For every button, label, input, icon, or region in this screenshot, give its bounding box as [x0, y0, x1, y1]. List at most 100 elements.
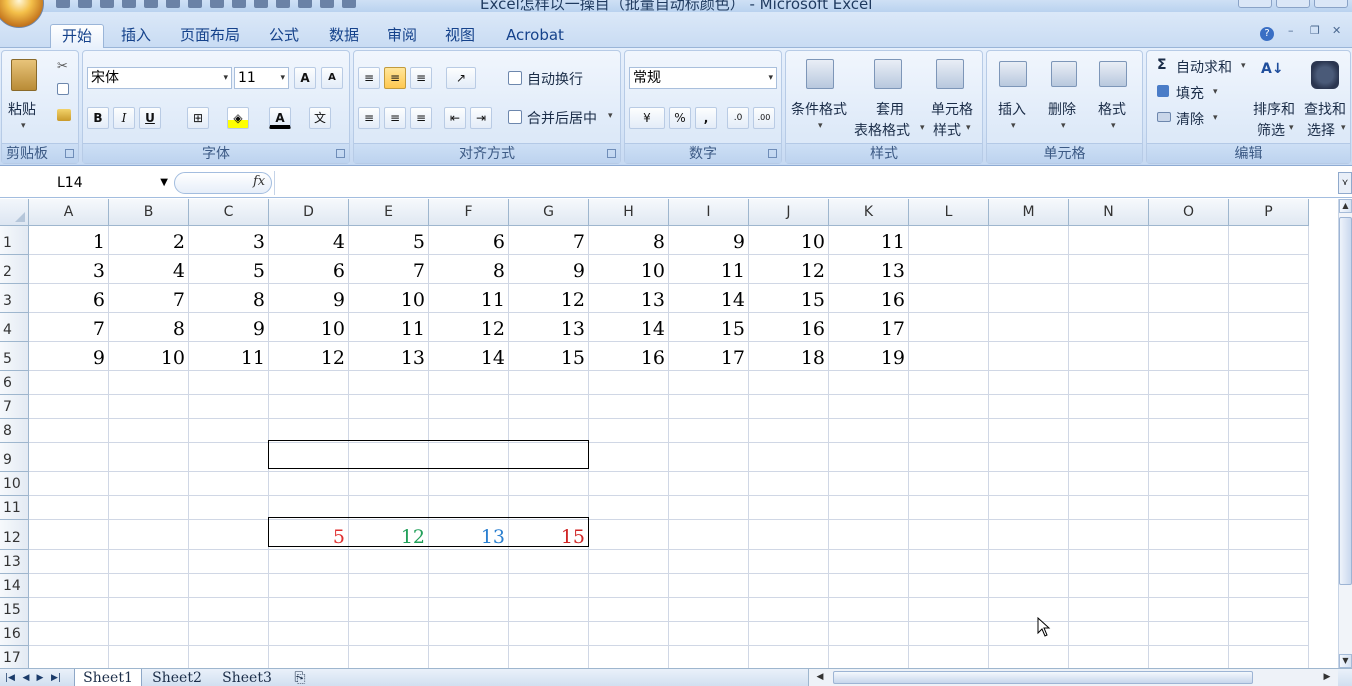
cell-i1[interactable]: 9 — [669, 228, 749, 257]
column-header-i[interactable]: I — [669, 199, 749, 226]
delete-dropdown-icon[interactable]: ▾ — [1061, 121, 1066, 131]
cell-e2[interactable]: 7 — [349, 257, 429, 286]
formula-input[interactable] — [274, 171, 1336, 195]
row-header-3[interactable]: 3 — [0, 284, 29, 313]
row-header-16[interactable]: 16 — [0, 622, 29, 646]
cell-j3[interactable]: 15 — [749, 286, 829, 315]
vertical-scroll-thumb[interactable] — [1339, 217, 1352, 585]
fill-dropdown-icon[interactable]: ▾ — [1213, 87, 1218, 97]
cell-b4[interactable]: 8 — [109, 315, 189, 344]
autosum-dropdown-icon[interactable]: ▾ — [1241, 61, 1246, 71]
cell-f5[interactable]: 14 — [429, 344, 509, 373]
font-name-combo[interactable]: 宋体 ▾ — [87, 67, 232, 89]
cell-g1[interactable]: 7 — [509, 228, 589, 257]
paste-icon[interactable] — [188, 0, 202, 8]
cell-d2[interactable]: 6 — [269, 257, 349, 286]
insert-cells-button[interactable]: 插入 — [998, 99, 1026, 119]
italic-button[interactable]: I — [113, 107, 135, 129]
clear-dropdown-icon[interactable]: ▾ — [1213, 113, 1218, 123]
increase-indent-button[interactable]: ⇥ — [470, 107, 492, 129]
cell-i2[interactable]: 11 — [669, 257, 749, 286]
email-icon[interactable] — [298, 0, 312, 8]
paste-dropdown-icon[interactable]: ▾ — [21, 121, 26, 131]
tab-page-layout[interactable]: 页面布局 — [172, 24, 248, 48]
tab-acrobat[interactable]: Acrobat — [496, 24, 574, 48]
cell-b3[interactable]: 7 — [109, 286, 189, 315]
number-format-combo[interactable]: 常规 ▾ — [629, 67, 777, 89]
ribbon-restore-icon[interactable]: ❐ — [1310, 25, 1322, 36]
row-header-2[interactable]: 2 — [0, 255, 29, 284]
orientation-button[interactable]: ↗ — [446, 67, 476, 89]
format-cells-button[interactable]: 格式 — [1098, 99, 1126, 119]
row-header-11[interactable]: 11 — [0, 496, 29, 520]
column-header-j[interactable]: J — [749, 199, 829, 226]
align-center-button[interactable]: ≡ — [384, 107, 406, 129]
sheet-tab-3[interactable]: Sheet3 — [214, 669, 280, 686]
maximize-button[interactable] — [1276, 0, 1310, 8]
decrease-indent-button[interactable]: ⇤ — [444, 107, 466, 129]
scroll-up-icon[interactable]: ▲ — [1339, 199, 1352, 213]
column-header-g[interactable]: G — [509, 199, 589, 226]
number-launcher-icon[interactable] — [768, 149, 777, 158]
column-header-o[interactable]: O — [1149, 199, 1229, 226]
font-size-combo[interactable]: 11 ▾ — [234, 67, 289, 89]
font-color-button[interactable]: A — [269, 107, 291, 129]
first-sheet-icon[interactable]: |◀ — [4, 671, 16, 685]
sort-dropdown-icon[interactable]: ▾ — [1289, 123, 1294, 133]
cell-a4[interactable]: 7 — [29, 315, 109, 344]
cell-styles-label-2[interactable]: 样式 — [933, 120, 961, 140]
align-left-button[interactable]: ≡ — [358, 107, 380, 129]
align-bottom-button[interactable]: ≡ — [410, 67, 432, 89]
copy-icon[interactable] — [210, 0, 224, 8]
clear-button[interactable]: 清除 — [1176, 109, 1204, 129]
sort-filter-label-2[interactable]: 筛选 — [1257, 120, 1285, 140]
cell-i5[interactable]: 17 — [669, 344, 749, 373]
cell-e3[interactable]: 10 — [349, 286, 429, 315]
underline-button[interactable]: U — [139, 107, 161, 129]
merge-center-button[interactable]: 合并后居中 — [527, 108, 597, 128]
alignment-launcher-icon[interactable] — [607, 149, 616, 158]
sheet-tab-2[interactable]: Sheet2 — [144, 669, 210, 686]
tab-formulas[interactable]: 公式 — [258, 24, 310, 48]
tab-data[interactable]: 数据 — [318, 24, 370, 48]
tab-home[interactable]: 开始 — [50, 24, 104, 48]
fill-button[interactable]: 填充 — [1176, 83, 1204, 103]
cell-e4[interactable]: 11 — [349, 315, 429, 344]
column-header-d[interactable]: D — [269, 199, 349, 226]
fill-color-button[interactable]: ◈ — [227, 107, 249, 129]
cell-h5[interactable]: 16 — [589, 344, 669, 373]
horizontal-scrollbar[interactable]: ◀ ▶ — [808, 669, 1338, 686]
cell-d1[interactable]: 4 — [269, 228, 349, 257]
help-icon[interactable]: ? — [1260, 27, 1274, 41]
phonetic-button[interactable]: 文 — [309, 107, 331, 129]
cell-h3[interactable]: 13 — [589, 286, 669, 315]
increase-decimal-button[interactable]: .0 — [727, 107, 749, 129]
cell-c5[interactable]: 11 — [189, 344, 269, 373]
cell-g4[interactable]: 13 — [509, 315, 589, 344]
row-header-17[interactable]: 17 — [0, 646, 29, 668]
cell-j2[interactable]: 12 — [749, 257, 829, 286]
delete-cells-button[interactable]: 删除 — [1048, 99, 1076, 119]
format-dropdown-icon[interactable]: ▾ — [1111, 121, 1116, 131]
select-all-button[interactable] — [0, 199, 29, 226]
column-header-p[interactable]: P — [1229, 199, 1309, 226]
scroll-left-icon[interactable]: ◀ — [813, 670, 827, 685]
cell-d3[interactable]: 9 — [269, 286, 349, 315]
paste-icon[interactable] — [11, 59, 37, 91]
worksheet-grid[interactable]: ABCDEFGHIJKLMNOP 1 2 3 4 5 6 7 8 9 10 11 12 13 14 15 16… — [0, 199, 1338, 668]
print-preview-icon[interactable] — [122, 0, 136, 8]
spell-icon[interactable] — [342, 0, 356, 8]
close-button[interactable] — [1314, 0, 1348, 8]
row-header-10[interactable]: 10 — [0, 472, 29, 496]
borders-button[interactable]: ⊞ — [187, 107, 209, 129]
scroll-right-icon[interactable]: ▶ — [1320, 670, 1334, 685]
save-icon[interactable] — [56, 0, 70, 8]
find-dropdown-icon[interactable]: ▾ — [1341, 123, 1346, 133]
conditional-dropdown-icon[interactable]: ▾ — [818, 121, 823, 131]
row-header-9[interactable]: 9 — [0, 443, 29, 472]
cell-b2[interactable]: 4 — [109, 257, 189, 286]
cell-k4[interactable]: 17 — [829, 315, 909, 344]
cell-g2[interactable]: 9 — [509, 257, 589, 286]
cell-h1[interactable]: 8 — [589, 228, 669, 257]
redo-icon[interactable] — [100, 0, 114, 8]
